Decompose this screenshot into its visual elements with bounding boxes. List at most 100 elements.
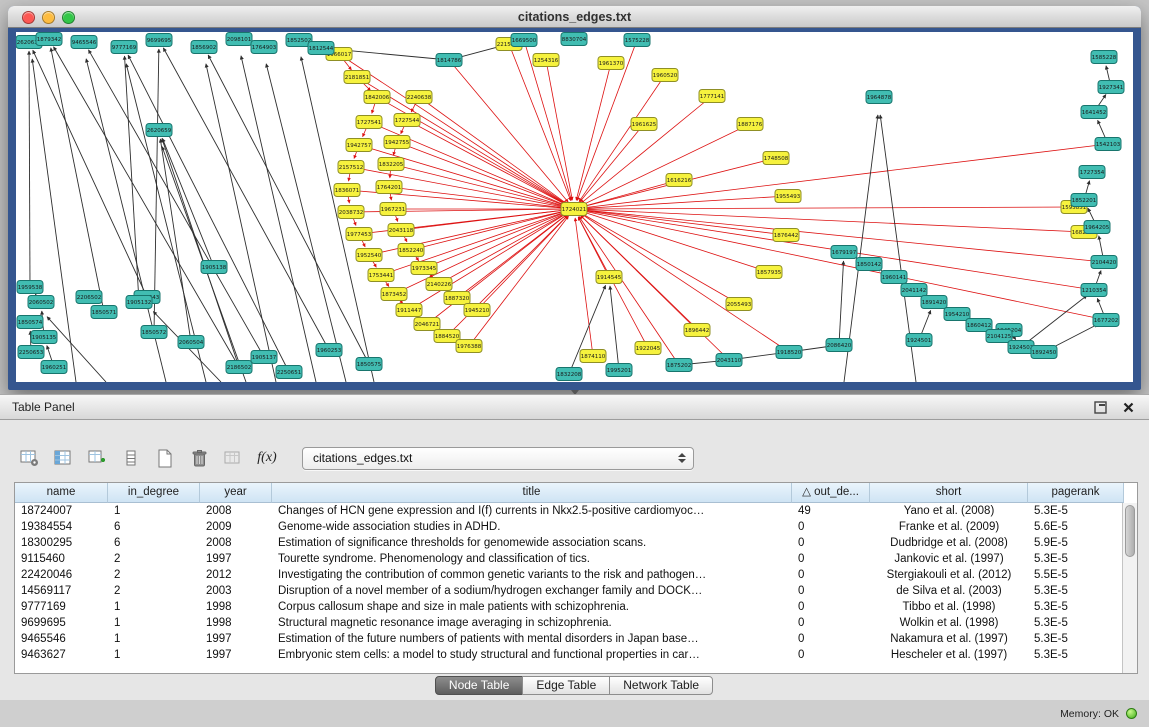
- table-cell-name: 14569117: [15, 583, 108, 599]
- table-row[interactable]: 946362711997Embryonic stem cells: a mode…: [15, 647, 1137, 663]
- table-cell-in_degree: 6: [108, 535, 200, 551]
- graph-node-label: 1961625: [632, 122, 657, 128]
- graph-node-label: 1842006: [365, 95, 390, 101]
- memory-ok-indicator: [1126, 708, 1137, 719]
- table-cell-pagerank: 5.3E-5: [1028, 631, 1124, 647]
- table-row[interactable]: 1872400712008Changes of HCN gene express…: [15, 503, 1137, 519]
- close-panel-icon[interactable]: [1121, 400, 1135, 414]
- node-layer: 1724021196137019605201777141188717617485…: [16, 33, 1124, 381]
- column-header-year[interactable]: year: [200, 483, 272, 503]
- row-height-icon[interactable]: [118, 445, 144, 471]
- table-cell-name: 22420046: [15, 567, 108, 583]
- table-cell-title: Tourette syndrome. Phenomenology and cla…: [272, 551, 792, 567]
- table-cell-year: 1998: [200, 615, 272, 631]
- table-cell-title: Corpus callosum shape and size in male p…: [272, 599, 792, 615]
- table-cell-title: Estimation of significance thresholds fo…: [272, 535, 792, 551]
- delete-table-icon[interactable]: [186, 445, 212, 471]
- graph-node-label: 1857935: [757, 270, 782, 276]
- table-cell-in_degree: 1: [108, 599, 200, 615]
- graph-node-label: 1254316: [534, 58, 559, 64]
- table-row[interactable]: 946554611997Estimation of the future num…: [15, 631, 1137, 647]
- graph-node-label: 1927341: [1099, 85, 1124, 91]
- column-header-title[interactable]: title: [272, 483, 792, 503]
- graph-node-label: 1945210: [465, 308, 490, 314]
- graph-node-label: 2186502: [227, 365, 252, 371]
- minimize-window-button[interactable]: [42, 11, 55, 24]
- table-mode-icon[interactable]: [16, 445, 42, 471]
- graph-node-label: 1873452: [382, 292, 407, 298]
- table-cell-in_degree: 1: [108, 631, 200, 647]
- table-cell-out_degree: 0: [792, 519, 870, 535]
- tab-edge-table[interactable]: Edge Table: [522, 676, 610, 695]
- table-cell-year: 1997: [200, 647, 272, 663]
- graph-node-label: 1616216: [667, 178, 692, 184]
- table-cell-year: 2009: [200, 519, 272, 535]
- table-row[interactable]: 1938455462009Genome-wide association stu…: [15, 519, 1137, 535]
- graph-node-label: 2620659: [147, 128, 172, 134]
- table-row[interactable]: 1830029562008Estimation of significance …: [15, 535, 1137, 551]
- new-table-icon[interactable]: [152, 445, 178, 471]
- scrollbar-thumb[interactable]: [1125, 505, 1135, 557]
- panel-title: Table Panel: [0, 400, 1093, 414]
- graph-node-label: 9777169: [112, 45, 137, 51]
- graph-node-label: 2086420: [827, 343, 852, 349]
- table-cell-in_degree: 2: [108, 551, 200, 567]
- table-cell-short: Hescheler et al. (1997): [870, 647, 1028, 663]
- window-titlebar[interactable]: citations_edges.txt: [8, 6, 1141, 28]
- table-row[interactable]: 911546021997Tourette syndrome. Phenomeno…: [15, 551, 1137, 567]
- graph-node-label: 2055493: [727, 302, 752, 308]
- table-selector-dropdown[interactable]: citations_edges.txt: [302, 447, 694, 470]
- graph-node-label: 2206502: [77, 295, 102, 301]
- table-cell-title: Changes of HCN gene expression and I(f) …: [272, 503, 792, 519]
- function-builder-icon[interactable]: f(x): [254, 445, 280, 471]
- table-cell-out_degree: 0: [792, 567, 870, 583]
- network-view-frame: 1724021196137019605201777141188717617485…: [16, 32, 1133, 382]
- table-cell-year: 1998: [200, 599, 272, 615]
- graph-node-label: 1669500: [512, 38, 537, 44]
- graph-node-label: 1641452: [1082, 110, 1107, 116]
- column-header-short[interactable]: short: [870, 483, 1028, 503]
- column-header-out_degree[interactable]: △ out_de...: [792, 483, 870, 503]
- graph-node-label: 1585228: [1092, 55, 1117, 61]
- table-row[interactable]: 2242004622012Investigating the contribut…: [15, 567, 1137, 583]
- tab-node-table[interactable]: Node Table: [435, 676, 524, 695]
- graph-node-label: 1852240: [399, 248, 424, 254]
- graph-node-label: 2250651: [277, 370, 302, 376]
- table-vertical-scrollbar[interactable]: [1122, 503, 1137, 673]
- show-columns-icon[interactable]: [50, 445, 76, 471]
- zoom-window-button[interactable]: [62, 11, 75, 24]
- tab-network-table[interactable]: Network Table: [609, 676, 713, 695]
- column-header-in_degree[interactable]: in_degree: [108, 483, 200, 503]
- table-cell-short: Wolkin et al. (1998): [870, 615, 1028, 631]
- table-cell-short: Dudbridge et al. (2008): [870, 535, 1028, 551]
- table-row[interactable]: 969969511998Structural magnetic resonanc…: [15, 615, 1137, 631]
- graph-node-label: 1748508: [764, 156, 789, 162]
- graph-node-label: 1575228: [625, 38, 650, 44]
- table-row[interactable]: 1456911722003Disruption of a novel membe…: [15, 583, 1137, 599]
- import-table-icon[interactable]: [220, 445, 246, 471]
- graph-node-label: 1960141: [882, 275, 907, 281]
- table-cell-name: 18300295: [15, 535, 108, 551]
- column-header-pagerank[interactable]: pagerank: [1028, 483, 1124, 503]
- graph-node-label: 1973345: [412, 266, 437, 272]
- close-window-button[interactable]: [22, 11, 35, 24]
- create-column-icon[interactable]: [84, 445, 110, 471]
- graph-node-label: 1777141: [700, 94, 725, 100]
- table-cell-pagerank: 5.9E-5: [1028, 535, 1124, 551]
- graph-node-label: 1210354: [1082, 288, 1107, 294]
- graph-node-label: 1836071: [335, 188, 360, 194]
- graph-node-label: 1976388: [457, 344, 482, 350]
- table-cell-title: Embryonic stem cells: a model to study s…: [272, 647, 792, 663]
- column-header-name[interactable]: name: [15, 483, 108, 503]
- network-canvas[interactable]: 1724021196137019605201777141188717617485…: [16, 32, 1133, 382]
- table-cell-out_degree: 49: [792, 503, 870, 519]
- graph-node-label: 2060504: [179, 340, 204, 346]
- graph-node-label: 1959538: [18, 285, 43, 291]
- graph-node-label: 2140226: [427, 282, 452, 288]
- graph-node-label: 1922045: [636, 346, 661, 352]
- table-cell-name: 9777169: [15, 599, 108, 615]
- float-panel-icon[interactable]: [1093, 400, 1107, 414]
- table-cell-name: 9465546: [15, 631, 108, 647]
- graph-node-label: 1727541: [357, 120, 382, 126]
- table-row[interactable]: 977716911998Corpus callosum shape and si…: [15, 599, 1137, 615]
